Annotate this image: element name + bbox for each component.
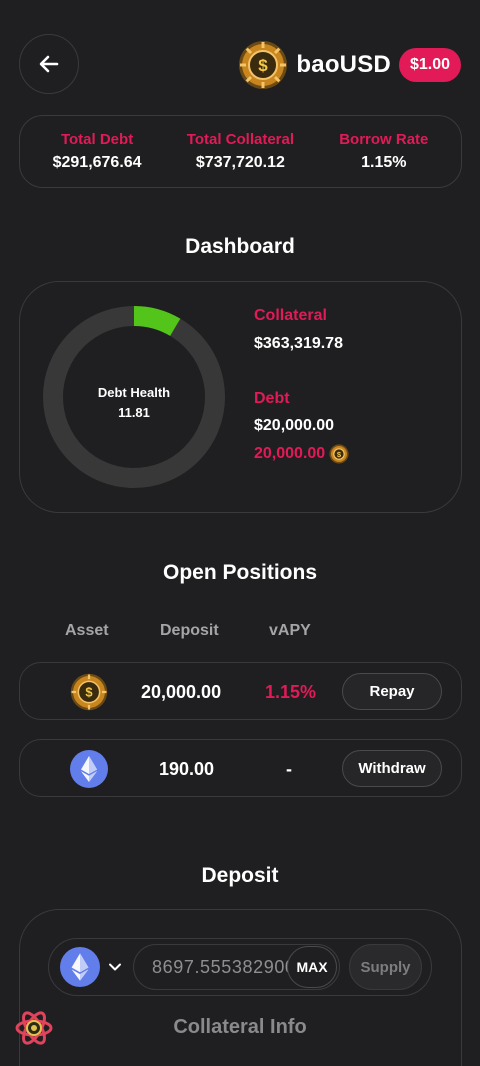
stat-total-debt: Total Debt $291,676.64 <box>53 131 142 172</box>
react-logo-icon[interactable] <box>14 1008 54 1048</box>
deposit-cell: 20,000.00 <box>141 681 222 702</box>
token-header: $ baoUSD $1.00 <box>238 40 461 90</box>
debt-health-readout: Debt Health 11.81 <box>42 383 226 423</box>
max-button[interactable]: MAX <box>287 946 337 988</box>
stat-value: $737,720.12 <box>195 154 285 171</box>
vapy-cell: 1.15% <box>265 681 317 702</box>
deposit-cell: 190.00 <box>159 758 215 779</box>
column-header-deposit: Deposit <box>160 622 219 639</box>
eth-icon <box>60 947 100 987</box>
debt-health-label: Debt Health <box>97 385 171 400</box>
stat-value: $291,676.64 <box>52 154 142 171</box>
debt-health-value: 11.81 <box>118 405 150 420</box>
open-positions-title: Open Positions <box>162 561 317 584</box>
chevron-down-icon <box>109 963 121 971</box>
arrow-left-icon <box>39 55 59 73</box>
svg-text:$: $ <box>85 685 92 700</box>
amount-input[interactable] <box>134 945 294 989</box>
stat-label: Total Collateral <box>186 131 295 148</box>
collateral-info-title: Collateral Info <box>173 1016 307 1038</box>
column-header-asset: Asset <box>65 622 109 639</box>
dashboard-title: Dashboard <box>185 235 295 258</box>
repay-button[interactable]: Repay <box>342 673 442 710</box>
asset-selector[interactable] <box>60 947 122 987</box>
asset-cell <box>70 740 108 798</box>
eth-icon <box>70 750 108 788</box>
collateral-value: $363,319.78 <box>254 335 343 352</box>
collateral-label: Collateral <box>254 307 327 324</box>
stat-label: Borrow Rate <box>339 131 429 148</box>
position-row-eth: 190.00 - Withdraw <box>19 739 462 797</box>
position-row-baousd: $ 20,000.00 1.15% Repay <box>19 662 462 720</box>
baousd-coin-icon: $ <box>239 41 288 89</box>
price-badge: $1.00 <box>398 48 461 82</box>
supply-button[interactable]: Supply <box>349 944 422 990</box>
baousd-coin-icon: $ <box>70 673 108 711</box>
token-name: baoUSD <box>296 51 391 78</box>
debt-amount-value: 20,000.00 <box>254 445 326 462</box>
debt-amount: 20,000.00 $ <box>254 444 349 464</box>
vapy-cell: - <box>286 758 292 779</box>
asset-cell: $ <box>70 663 108 721</box>
baousd-coin-icon: $ <box>329 444 349 464</box>
debt-label: Debt <box>254 390 290 407</box>
svg-text:$: $ <box>259 56 269 75</box>
deposit-title: Deposit <box>201 864 279 887</box>
stat-total-collateral: Total Collateral $737,720.12 <box>187 131 294 172</box>
column-header-vapy: vAPY <box>269 622 311 639</box>
stat-borrow-rate: Borrow Rate 1.15% <box>339 131 428 172</box>
withdraw-button[interactable]: Withdraw <box>342 750 442 787</box>
stats-bar: Total Debt $291,676.64 Total Collateral … <box>19 115 462 188</box>
back-button[interactable] <box>19 34 79 94</box>
stat-label: Total Debt <box>60 131 134 148</box>
debt-usd-value: $20,000.00 <box>254 417 335 434</box>
stat-value: 1.15% <box>361 154 407 171</box>
